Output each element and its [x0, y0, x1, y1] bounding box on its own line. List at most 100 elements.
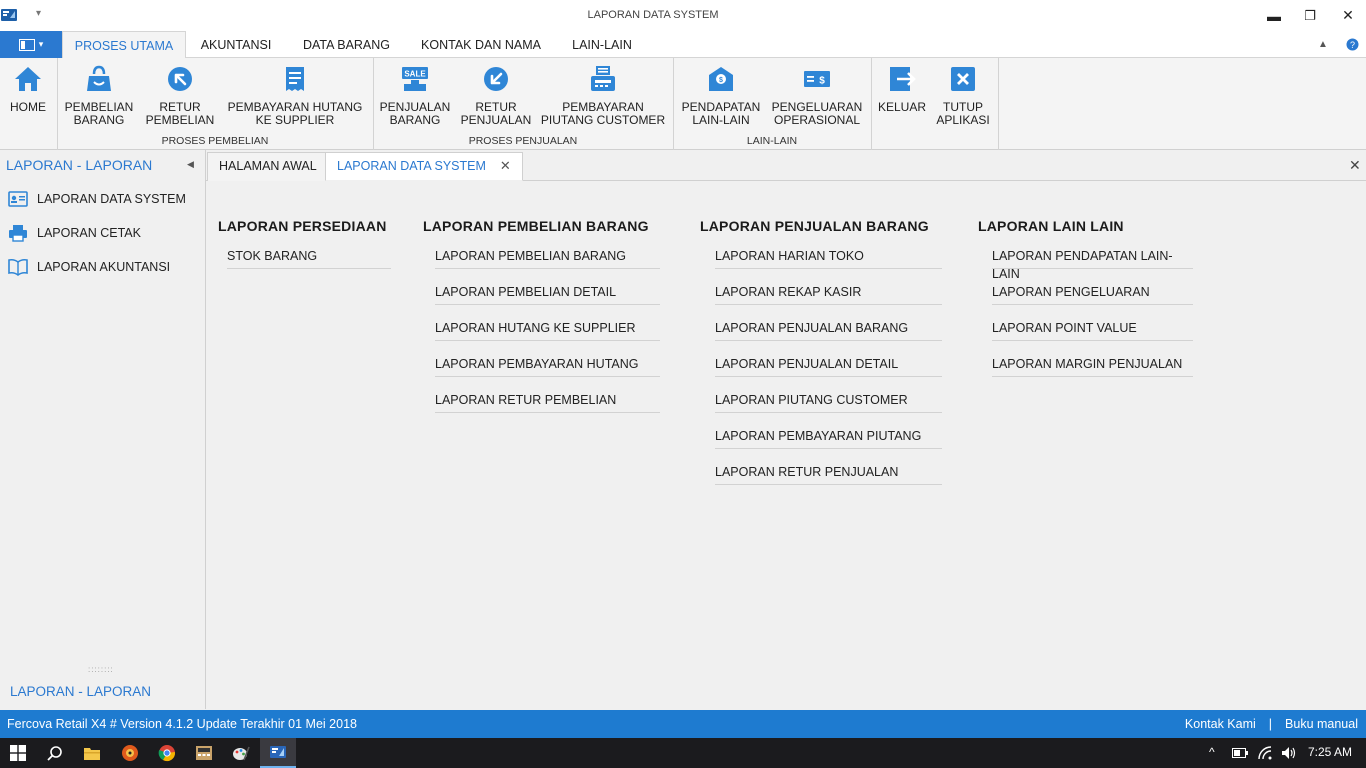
section-heading-persediaan: LAPORAN PERSEDIAAN — [218, 218, 387, 234]
pembayaran-piutang-label: PEMBAYARAN PIUTANG CUSTOMER — [540, 100, 666, 127]
invoice-icon — [286, 67, 304, 91]
report-link[interactable]: LAPORAN REKAP KASIR — [715, 283, 942, 305]
application-menu-button[interactable]: ▾ — [0, 31, 62, 58]
svg-text:$: $ — [819, 76, 825, 87]
report-link[interactable]: LAPORAN PENDAPATAN LAIN-LAIN — [992, 247, 1193, 281]
tab-halaman-awal[interactable]: HALAMAN AWAL — [207, 152, 329, 181]
report-link[interactable]: LAPORAN PENJUALAN BARANG — [715, 319, 942, 341]
collapse-panel-icon[interactable]: ◀ — [187, 159, 194, 170]
buku-manual-link[interactable]: Buku manual — [1285, 717, 1358, 731]
fax-icon — [591, 66, 615, 91]
pengeluaran-operasional-button[interactable]: $ PENGELUARAN OPERASIONAL — [770, 62, 864, 127]
start-button[interactable] — [0, 738, 36, 768]
group-label-lain-lain: LAIN-LAIN — [746, 135, 798, 147]
report-link[interactable]: LAPORAN MARGIN PENJUALAN — [992, 355, 1193, 377]
svg-text:SALE: SALE — [404, 70, 426, 79]
minimize-button[interactable]: ▬ — [1256, 0, 1292, 31]
tutup-aplikasi-label: TUTUP APLIKASI — [936, 100, 990, 127]
battery-icon[interactable] — [1232, 748, 1248, 758]
printer-icon — [9, 225, 27, 242]
pendapatan-lain-lain-button[interactable]: $ PENDAPATAN LAIN-LAIN — [678, 62, 764, 127]
file-explorer-icon — [84, 748, 100, 760]
chrome-button[interactable] — [149, 738, 185, 768]
section-heading-penjualan-barang: LAPORAN PENJUALAN BARANG — [700, 218, 929, 234]
clock[interactable]: 7:25 AM — [1308, 745, 1352, 759]
tab-akuntansi[interactable]: AKUNTANSI — [188, 31, 284, 58]
nav-item-laporan-cetak[interactable]: LAPORAN CETAK — [8, 222, 141, 244]
report-link[interactable]: LAPORAN PEMBAYARAN PIUTANG — [715, 427, 942, 449]
nav-footer[interactable]: LAPORAN - LAPORAN — [10, 684, 151, 699]
collapse-ribbon-icon[interactable]: ▲ — [1318, 39, 1328, 50]
nav-header: LAPORAN - LAPORAN — [6, 157, 153, 173]
media-player-button[interactable] — [112, 738, 148, 768]
nav-item-label: LAPORAN AKUNTANSI — [37, 260, 171, 274]
penjualan-barang-button[interactable]: SALE PENJUALAN BARANG — [378, 62, 452, 127]
tab-kontak-dan-nama[interactable]: KONTAK DAN NAMA — [410, 31, 552, 58]
arrow-down-left-icon — [484, 67, 508, 91]
shopping-bag-icon — [87, 65, 111, 91]
section-heading-pembelian-barang: LAPORAN PEMBELIAN BARANG — [423, 218, 649, 234]
report-link[interactable]: LAPORAN RETUR PENJUALAN — [715, 463, 942, 485]
pembelian-barang-button[interactable]: PEMBELIAN BARANG — [60, 62, 138, 127]
pembayaran-piutang-button[interactable]: PEMBAYARAN PIUTANG CUSTOMER — [538, 62, 668, 127]
pembayaran-hutang-button[interactable]: PEMBAYARAN HUTANG KE SUPPLIER — [222, 62, 368, 127]
chrome-icon — [158, 745, 175, 762]
kontak-kami-link[interactable]: Kontak Kami — [1185, 717, 1256, 731]
group-divider — [998, 58, 999, 150]
report-link[interactable]: LAPORAN PIUTANG CUSTOMER — [715, 391, 942, 413]
close-tab-icon[interactable]: ✕ — [500, 158, 511, 173]
chevron-up-icon[interactable]: ^ — [1209, 745, 1215, 759]
report-link[interactable]: LAPORAN HARIAN TOKO — [715, 247, 942, 269]
calculator-icon — [196, 746, 212, 760]
ribbon-tab-bar: ▾ PROSES UTAMA AKUNTANSI DATA BARANG KON… — [0, 31, 1366, 59]
nav-item-label: LAPORAN DATA SYSTEM — [37, 192, 186, 206]
report-link[interactable]: LAPORAN PENJUALAN DETAIL — [715, 355, 942, 377]
close-button[interactable]: ✕ — [1330, 0, 1366, 31]
paint-button[interactable] — [223, 738, 259, 768]
tab-laporan-data-system[interactable]: LAPORAN DATA SYSTEM ✕ — [325, 152, 523, 181]
report-link[interactable]: LAPORAN POINT VALUE — [992, 319, 1193, 341]
report-link[interactable]: LAPORAN PEMBAYARAN HUTANG — [435, 355, 660, 377]
help-icon[interactable]: ? — [1346, 38, 1359, 51]
cash-icon: $ — [804, 71, 830, 87]
svg-text:$: $ — [719, 77, 723, 84]
tab-lain-lain[interactable]: LAIN-LAIN — [560, 31, 644, 58]
splitter-grip[interactable]: :::::::: — [88, 665, 114, 674]
report-link[interactable]: LAPORAN HUTANG KE SUPPLIER — [435, 319, 660, 341]
keluar-button[interactable]: KELUAR — [876, 62, 928, 114]
calculator-button[interactable] — [186, 738, 222, 768]
version-info: Fercova Retail X4 # Version 4.1.2 Update… — [7, 717, 357, 731]
fercova-app-button[interactable] — [260, 738, 296, 768]
home-button[interactable]: HOME — [2, 62, 54, 114]
status-bar: Fercova Retail X4 # Version 4.1.2 Update… — [0, 710, 1366, 738]
retur-penjualan-button[interactable]: RETUR PENJUALAN — [458, 62, 534, 127]
report-link[interactable]: LAPORAN RETUR PEMBELIAN — [435, 391, 660, 413]
svg-text:?: ? — [1350, 40, 1355, 50]
report-link-stok-barang[interactable]: STOK BARANG — [227, 247, 391, 269]
tutup-aplikasi-button[interactable]: TUTUP APLIKASI — [934, 62, 992, 127]
report-link[interactable]: LAPORAN PENGELUARAN — [992, 283, 1193, 305]
taskbar: ^ 7:25 AM — [0, 738, 1366, 768]
close-document-icon[interactable]: ✕ — [1349, 157, 1361, 174]
wifi-icon[interactable] — [1258, 746, 1272, 760]
money-box-icon: $ — [709, 67, 733, 91]
restore-button[interactable]: ❐ — [1292, 0, 1328, 31]
report-link[interactable]: LAPORAN PEMBELIAN BARANG — [435, 247, 660, 269]
report-link[interactable]: LAPORAN PEMBELIAN DETAIL — [435, 283, 660, 305]
sale-tag-icon: SALE — [402, 67, 428, 91]
nav-item-laporan-data-system[interactable]: LAPORAN DATA SYSTEM — [8, 188, 186, 210]
chevron-down-icon: ▾ — [38, 39, 44, 49]
retur-pembelian-label: RETUR PEMBELIAN — [145, 100, 215, 127]
home-button-label: HOME — [10, 100, 46, 114]
penjualan-barang-label: PENJUALAN BARANG — [379, 100, 451, 127]
tab-label: HALAMAN AWAL — [219, 159, 317, 173]
file-explorer-button[interactable] — [74, 738, 110, 768]
report-navigation-panel: LAPORAN - LAPORAN ◀ LAPORAN DATA SYSTEM … — [0, 150, 206, 709]
search-button[interactable] — [37, 738, 73, 768]
tab-proses-utama[interactable]: PROSES UTAMA — [62, 31, 186, 59]
volume-icon[interactable] — [1281, 746, 1297, 760]
nav-item-laporan-akuntansi[interactable]: LAPORAN AKUNTANSI — [8, 256, 170, 278]
tab-data-barang[interactable]: DATA BARANG — [290, 31, 403, 58]
keluar-label: KELUAR — [877, 100, 927, 114]
retur-pembelian-button[interactable]: RETUR PEMBELIAN — [142, 62, 218, 127]
